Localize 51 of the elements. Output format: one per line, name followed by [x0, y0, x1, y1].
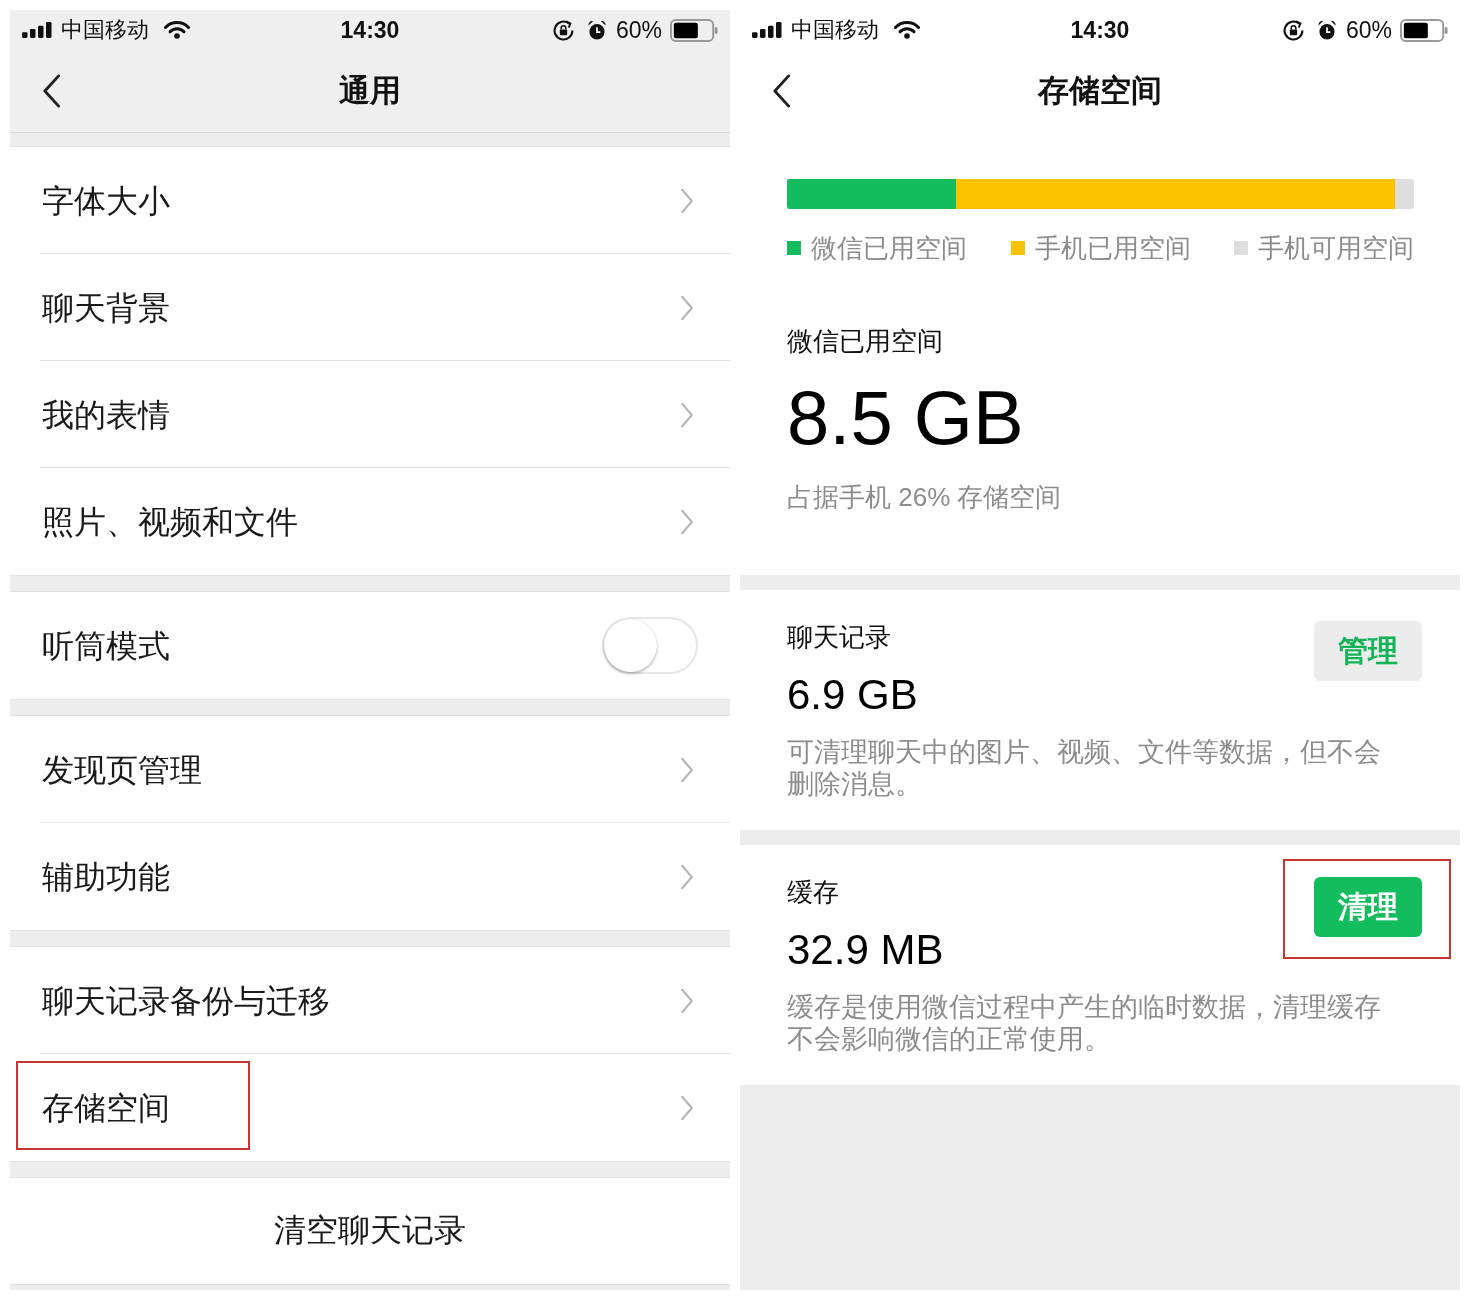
- wifi-icon: [164, 21, 190, 39]
- rotation-lock-icon: [552, 19, 574, 41]
- usage-label: 微信已用空间: [787, 325, 944, 358]
- section-size: 6.9 GB: [787, 670, 918, 720]
- section-description: 缓存是使用微信过程中产生的临时数据，清理缓存不会影响微信的正常使用。: [787, 991, 1382, 1055]
- usage-note: 占据手机 26% 存储空间: [787, 481, 1063, 514]
- status-time: 14:30: [1070, 17, 1130, 43]
- chevron-right-icon: [680, 187, 694, 214]
- battery-percent: 60%: [615, 17, 662, 43]
- chevron-right-icon: [680, 756, 694, 783]
- battery-percent: 60%: [1345, 17, 1392, 43]
- section-description: 可清理聊天中的图片、视频、文件等数据，但不会删除消息。: [787, 736, 1382, 800]
- setting-label: 听筒模式: [42, 626, 171, 666]
- settings-row[interactable]: 字体大小: [10, 147, 730, 254]
- section-size: 32.9 MB: [787, 925, 944, 975]
- section-title: 聊天记录: [787, 621, 891, 654]
- alarm-clock-icon: [587, 20, 606, 40]
- battery-icon: [670, 18, 718, 42]
- legend-label: 微信已用空间: [811, 233, 967, 263]
- settings-row[interactable]: 聊天记录备份与迁移: [10, 947, 730, 1054]
- settings-row[interactable]: 辅助功能: [10, 823, 730, 930]
- chevron-right-icon: [680, 508, 694, 535]
- signal-bars-icon: [22, 22, 52, 38]
- chevron-right-icon: [680, 987, 694, 1014]
- wifi-icon: [894, 21, 920, 39]
- legend-label: 手机可用空间: [1258, 233, 1414, 263]
- toggle-switch[interactable]: [602, 617, 698, 674]
- chevron-right-icon: [680, 294, 694, 321]
- carrier-name: 中国移动: [61, 17, 149, 43]
- action-row[interactable]: 清空聊天记录: [10, 1178, 730, 1284]
- settings-row[interactable]: 存储空间: [10, 1054, 730, 1161]
- chevron-left-icon[interactable]: [42, 74, 61, 108]
- chevron-right-icon: [680, 401, 694, 428]
- status-time: 14:30: [340, 17, 400, 43]
- chevron-left-icon[interactable]: [772, 74, 791, 108]
- settings-row[interactable]: 发现页管理: [10, 716, 730, 823]
- screen-title: 存储空间: [1038, 72, 1162, 110]
- settings-row[interactable]: 聊天背景: [10, 254, 730, 361]
- legend-label: 手机已用空间: [1034, 233, 1191, 263]
- settings-row[interactable]: 照片、视频和文件: [10, 468, 730, 575]
- section-title: 缓存: [787, 876, 839, 909]
- battery-icon: [1400, 18, 1448, 42]
- rotation-lock-icon: [1282, 19, 1304, 41]
- carrier-name: 中国移动: [791, 17, 879, 43]
- settings-row[interactable]: 我的表情: [10, 361, 730, 468]
- chevron-right-icon: [680, 1094, 694, 1121]
- usage-value: 8.5 GB: [787, 376, 1025, 460]
- screen-title: 通用: [339, 72, 401, 110]
- alarm-clock-icon: [1317, 20, 1336, 40]
- chevron-right-icon: [680, 863, 694, 890]
- signal-bars-icon: [752, 22, 782, 38]
